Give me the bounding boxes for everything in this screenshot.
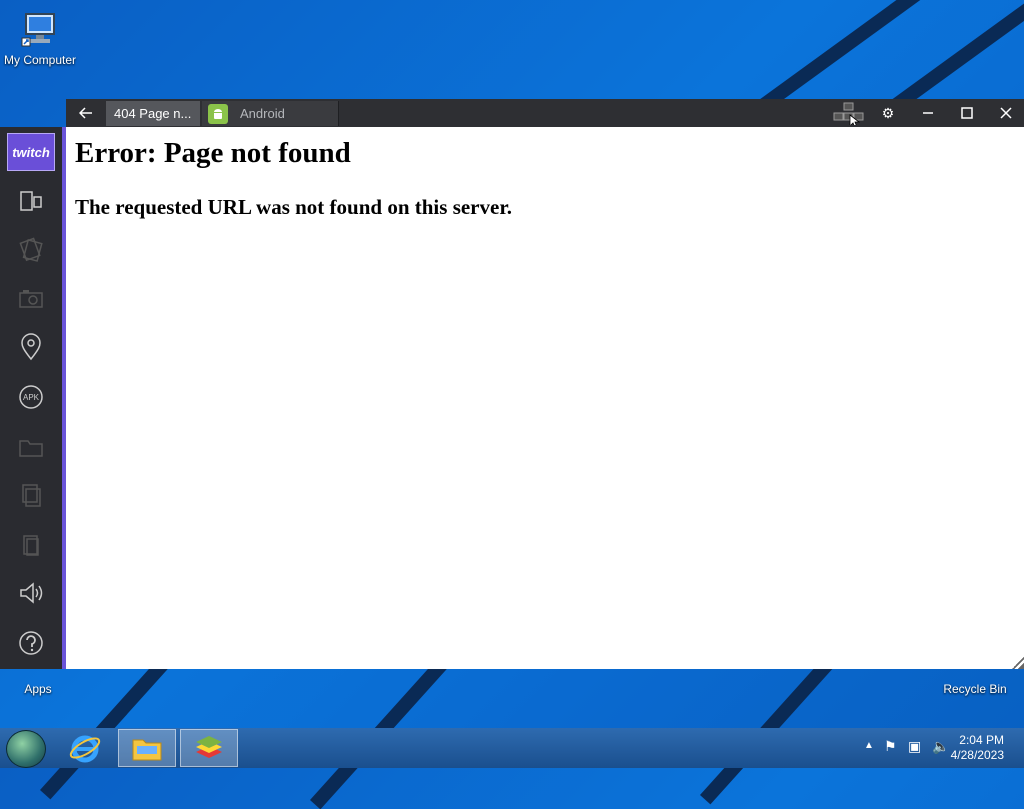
multi-instance-button[interactable]: [0, 181, 62, 221]
settings-button[interactable]: ⚙: [869, 99, 907, 127]
desktop-icon-label: Apps: [24, 682, 52, 696]
emulator-sidebar: twitch APK: [0, 127, 66, 669]
folder-icon: [19, 440, 43, 457]
tab-label: 404 Page n...: [114, 106, 192, 121]
desktop-icon-recycle-bin[interactable]: Recycle Bin: [935, 676, 1015, 696]
location-button[interactable]: [0, 327, 62, 367]
folder-icon: [132, 739, 162, 761]
volume-button[interactable]: [0, 573, 62, 613]
taskbar-internet-explorer[interactable]: [56, 729, 114, 767]
tray-overflow-icon[interactable]: ▲: [864, 740, 874, 751]
emulator-window: 404 Page n... Android ⚙ twitch APK Error…: [0, 99, 1024, 669]
android-screen[interactable]: Error: Page not found The requested URL …: [66, 127, 1024, 669]
gear-icon: ⚙: [881, 104, 895, 121]
error-message: The requested URL was not found on this …: [75, 195, 512, 219]
location-pin-icon: [21, 333, 41, 361]
paste-icon: [23, 535, 39, 556]
title-bar: 404 Page n... Android ⚙: [66, 99, 1024, 127]
apk-label: APK: [22, 392, 39, 402]
close-icon: [1000, 107, 1012, 119]
keyboard-controls-button[interactable]: [830, 99, 868, 127]
tab-404-page[interactable]: 404 Page n...: [106, 101, 200, 126]
close-button[interactable]: [987, 99, 1024, 127]
clock-date: 4/28/2023: [950, 748, 1004, 762]
bluestacks-icon: [196, 736, 222, 758]
start-button[interactable]: [6, 730, 46, 768]
copy-button[interactable]: [0, 475, 62, 515]
volume-icon: [20, 582, 43, 604]
android-icon: [208, 103, 228, 124]
network-icon[interactable]: ▣: [908, 738, 921, 755]
rotate-icon: [19, 237, 43, 262]
desktop-icon-my-computer[interactable]: My Computer: [0, 10, 80, 67]
minimize-button[interactable]: [909, 99, 947, 127]
multi-instance-icon: [20, 191, 42, 211]
computer-icon: [20, 10, 60, 50]
tab-label: Android: [240, 106, 285, 121]
resize-grip[interactable]: [1012, 657, 1024, 669]
desktop-icon-label: My Computer: [3, 53, 77, 67]
twitch-button[interactable]: twitch: [7, 133, 55, 171]
volume-muted-icon[interactable]: 🔈: [932, 738, 949, 755]
desktop-icon-apps[interactable]: Apps: [0, 676, 80, 696]
help-icon: [19, 631, 43, 655]
back-button[interactable]: [66, 99, 106, 127]
clock-time: 2:04 PM: [959, 733, 1004, 747]
rotate-button[interactable]: [0, 229, 62, 269]
copy-icon: [22, 484, 41, 507]
system-tray: ▲ ⚑ ▣ 🔈 2:04 PM 4/28/2023: [844, 728, 1024, 768]
internet-explorer-icon: [69, 735, 101, 763]
apk-button[interactable]: APK: [0, 377, 62, 417]
tab-android[interactable]: Android: [202, 101, 339, 126]
camera-icon: [19, 290, 43, 308]
clock[interactable]: 2:04 PM 4/28/2023: [951, 733, 1004, 763]
taskbar: ▲ ⚑ ▣ 🔈 2:04 PM 4/28/2023: [0, 728, 1024, 768]
maximize-icon: [961, 107, 973, 119]
twitch-logo: twitch: [12, 144, 50, 160]
arrow-left-icon: [79, 107, 92, 119]
error-heading: Error: Page not found: [75, 137, 351, 169]
desktop-icon-label: Recycle Bin: [943, 682, 1007, 696]
help-button[interactable]: [0, 623, 62, 663]
action-center-flag-icon[interactable]: ⚑: [884, 738, 897, 755]
paste-button[interactable]: [0, 525, 62, 565]
minimize-icon: [923, 112, 933, 114]
maximize-button[interactable]: [948, 99, 986, 127]
folder-button[interactable]: [0, 427, 62, 467]
taskbar-file-explorer[interactable]: [118, 729, 176, 767]
screenshot-button[interactable]: [0, 279, 62, 319]
keyboard-wasd-icon: [833, 102, 864, 125]
taskbar-bluestacks[interactable]: [180, 729, 238, 767]
